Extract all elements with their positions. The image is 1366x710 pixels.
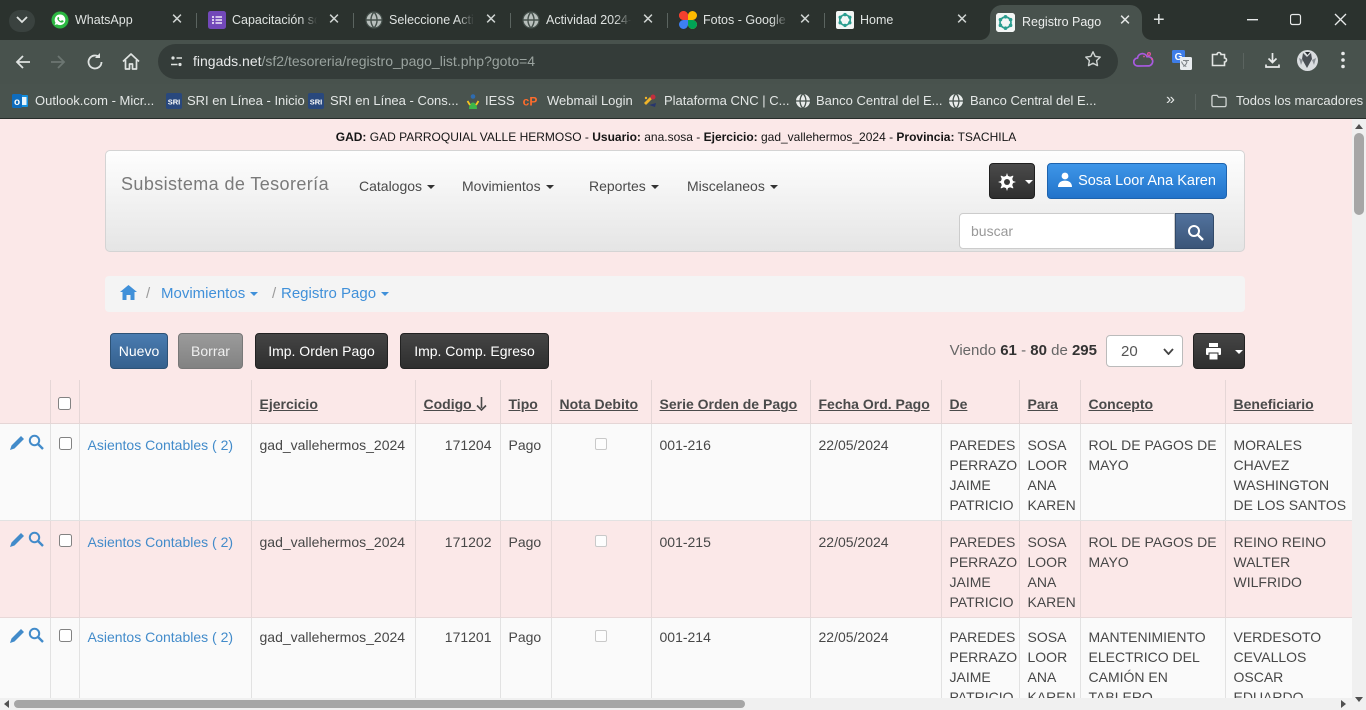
svg-text:SRI: SRI	[310, 98, 323, 107]
svg-text:o: o	[14, 97, 20, 108]
svg-text:SRI: SRI	[168, 98, 181, 107]
svg-text:cP: cP	[523, 95, 538, 109]
